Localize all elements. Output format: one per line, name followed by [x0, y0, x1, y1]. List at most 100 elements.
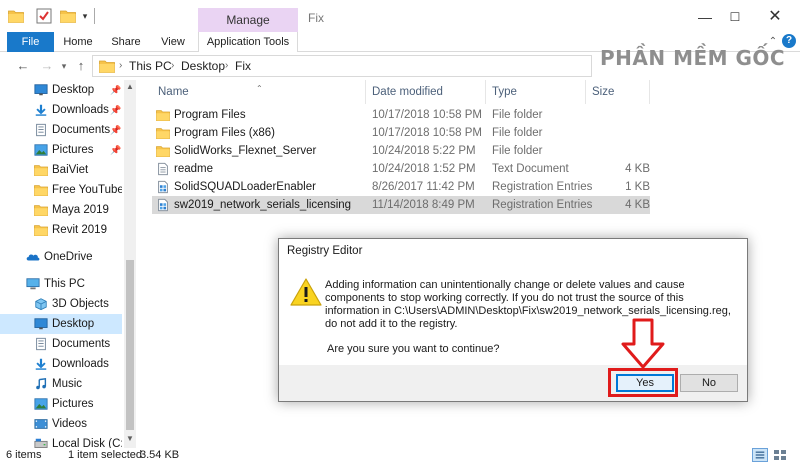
nav-item-label: Local Disk (C:): [52, 438, 122, 448]
download-icon: [34, 357, 48, 371]
documents-icon: [34, 123, 48, 137]
desktop-icon: [34, 317, 48, 331]
tab-application-tools[interactable]: Application Tools: [198, 32, 298, 52]
nav-item-music[interactable]: Music: [0, 374, 122, 394]
breadcrumb-separator: ›: [225, 60, 229, 71]
nav-item-documents[interactable]: Documents 📌: [0, 120, 122, 140]
details-view-icon[interactable]: [752, 448, 768, 462]
highlight-box: [608, 368, 678, 397]
manage-tab[interactable]: Manage: [198, 8, 298, 32]
nav-scrollbar[interactable]: ▲ ▼: [124, 80, 136, 448]
warning-icon: [290, 278, 322, 306]
file-row[interactable]: Program Files (x86) 10/17/2018 10:58 PM …: [152, 124, 650, 142]
scroll-down-icon[interactable]: ▼: [124, 434, 136, 443]
column-header-date[interactable]: Date modified: [366, 80, 486, 104]
customize-toolbar-icon[interactable]: ▾: [80, 8, 90, 24]
maximize-icon[interactable]: ☐: [720, 6, 750, 28]
toolbar-separator: [94, 8, 95, 24]
down-arrow-annotation-icon: [621, 318, 665, 369]
file-row[interactable]: Program Files 10/17/2018 10:58 PM File f…: [152, 106, 650, 124]
nav-item-label: Pictures: [52, 144, 94, 156]
address-bar[interactable]: › This PC › Desktop › Fix: [92, 55, 592, 77]
selection-size: 3.54 KB: [140, 449, 180, 461]
column-header-label: Name: [158, 86, 189, 98]
videos-icon: [34, 417, 48, 431]
nav-item-videos[interactable]: Videos: [0, 414, 122, 434]
nav-item-downloads[interactable]: Downloads 📌: [0, 100, 122, 120]
nav-item-desktop[interactable]: Desktop 📌: [0, 80, 122, 100]
folder-icon[interactable]: [8, 8, 24, 24]
file-row[interactable]: SolidWorks_Flexnet_Server 10/24/2018 5:2…: [152, 142, 650, 160]
file-date: 10/24/2018 1:52 PM: [372, 163, 476, 175]
file-date: 10/17/2018 10:58 PM: [372, 127, 482, 139]
nav-item-local-disk[interactable]: Local Disk (C:): [0, 434, 122, 448]
nav-item-label: Pictures: [52, 398, 94, 410]
folder-icon: [34, 203, 48, 217]
file-date: 8/26/2017 11:42 PM: [372, 181, 475, 193]
recent-locations-icon[interactable]: ▾: [58, 56, 70, 76]
dialog-question: Are you sure you want to continue?: [327, 343, 500, 355]
back-arrow-icon[interactable]: ←: [14, 56, 32, 76]
nav-item-pictures[interactable]: Pictures 📌: [0, 140, 122, 160]
properties-icon[interactable]: [36, 8, 52, 24]
3d-objects-icon: [34, 297, 48, 311]
nav-item-maya-2019[interactable]: Maya 2019: [0, 200, 122, 220]
breadcrumb-fix[interactable]: Fix: [235, 56, 251, 76]
dialog-message: Adding information can unintentionally c…: [325, 279, 731, 330]
sort-ascending-icon: ⌃: [256, 84, 263, 93]
breadcrumb-separator: ›: [119, 60, 123, 71]
file-date: 10/24/2018 5:22 PM: [372, 145, 476, 157]
documents-icon: [34, 337, 48, 351]
folder-icon: [34, 183, 48, 197]
nav-item-label: Maya 2019: [52, 204, 109, 216]
tab-view[interactable]: View: [155, 32, 191, 52]
breadcrumb-desktop[interactable]: Desktop: [181, 56, 225, 76]
nav-item-this-pc[interactable]: This PC: [0, 274, 122, 294]
column-header-name[interactable]: Name ⌃: [152, 80, 366, 104]
nav-item-free-youtube[interactable]: Free YouTube Do: [0, 180, 122, 200]
nav-item-label: Downloads: [52, 104, 109, 116]
title-bar: ▾ Manage Fix — ☐ ✕: [0, 0, 800, 32]
nav-item-pictures-pc[interactable]: Pictures: [0, 394, 122, 414]
nav-item-downloads-pc[interactable]: Downloads: [0, 354, 122, 374]
column-header-type[interactable]: Type: [486, 80, 586, 104]
new-folder-icon[interactable]: [60, 8, 76, 24]
forward-arrow-icon[interactable]: →: [38, 56, 56, 76]
nav-item-baiviet[interactable]: BaiViet: [0, 160, 122, 180]
nav-item-revit-2019[interactable]: Revit 2019: [0, 220, 122, 240]
nav-item-onedrive[interactable]: OneDrive: [0, 247, 122, 267]
nav-item-3d-objects[interactable]: 3D Objects: [0, 294, 122, 314]
nav-item-label: Revit 2019: [52, 224, 107, 236]
file-date: 10/17/2018 10:58 PM: [372, 109, 482, 121]
pin-icon: 📌: [110, 125, 122, 135]
no-button[interactable]: No: [680, 374, 738, 392]
file-row[interactable]: readme 10/24/2018 1:52 PM Text Document …: [152, 160, 650, 178]
up-arrow-icon[interactable]: ↑: [72, 56, 90, 76]
file-type: Text Document: [492, 163, 569, 175]
file-row-selected[interactable]: sw2019_network_serials_licensing 11/14/2…: [152, 196, 650, 214]
file-row[interactable]: SolidSQUADLoaderEnabler 8/26/2017 11:42 …: [152, 178, 650, 196]
close-icon[interactable]: ✕: [760, 6, 790, 28]
file-date: 11/14/2018 8:49 PM: [372, 199, 475, 211]
scrollbar-thumb[interactable]: [126, 260, 134, 430]
selection-count: 1 item selected: [68, 449, 142, 461]
registry-file-icon: [156, 180, 170, 194]
large-icons-view-icon[interactable]: [772, 448, 788, 462]
column-header-size[interactable]: Size: [586, 80, 650, 104]
nav-item-desktop-pc[interactable]: Desktop: [0, 314, 122, 334]
status-bar: 6 items 1 item selected 3.54 KB: [0, 448, 800, 473]
breadcrumb-this-pc[interactable]: This PC: [129, 56, 172, 76]
minimize-icon[interactable]: —: [690, 6, 720, 28]
breadcrumb-separator: ›: [171, 60, 175, 71]
tab-home[interactable]: Home: [58, 32, 98, 52]
tab-file[interactable]: File: [7, 32, 54, 52]
file-name: Program Files: [174, 109, 246, 121]
folder-icon: [34, 223, 48, 237]
nav-item-label: Documents: [52, 338, 111, 350]
file-type: Registration Entries: [492, 199, 593, 211]
folder-icon: [156, 126, 170, 140]
file-size: 4 KB: [625, 199, 650, 211]
scroll-up-icon[interactable]: ▲: [124, 82, 136, 91]
tab-share[interactable]: Share: [108, 32, 144, 52]
nav-item-documents-pc[interactable]: Documents: [0, 334, 122, 354]
